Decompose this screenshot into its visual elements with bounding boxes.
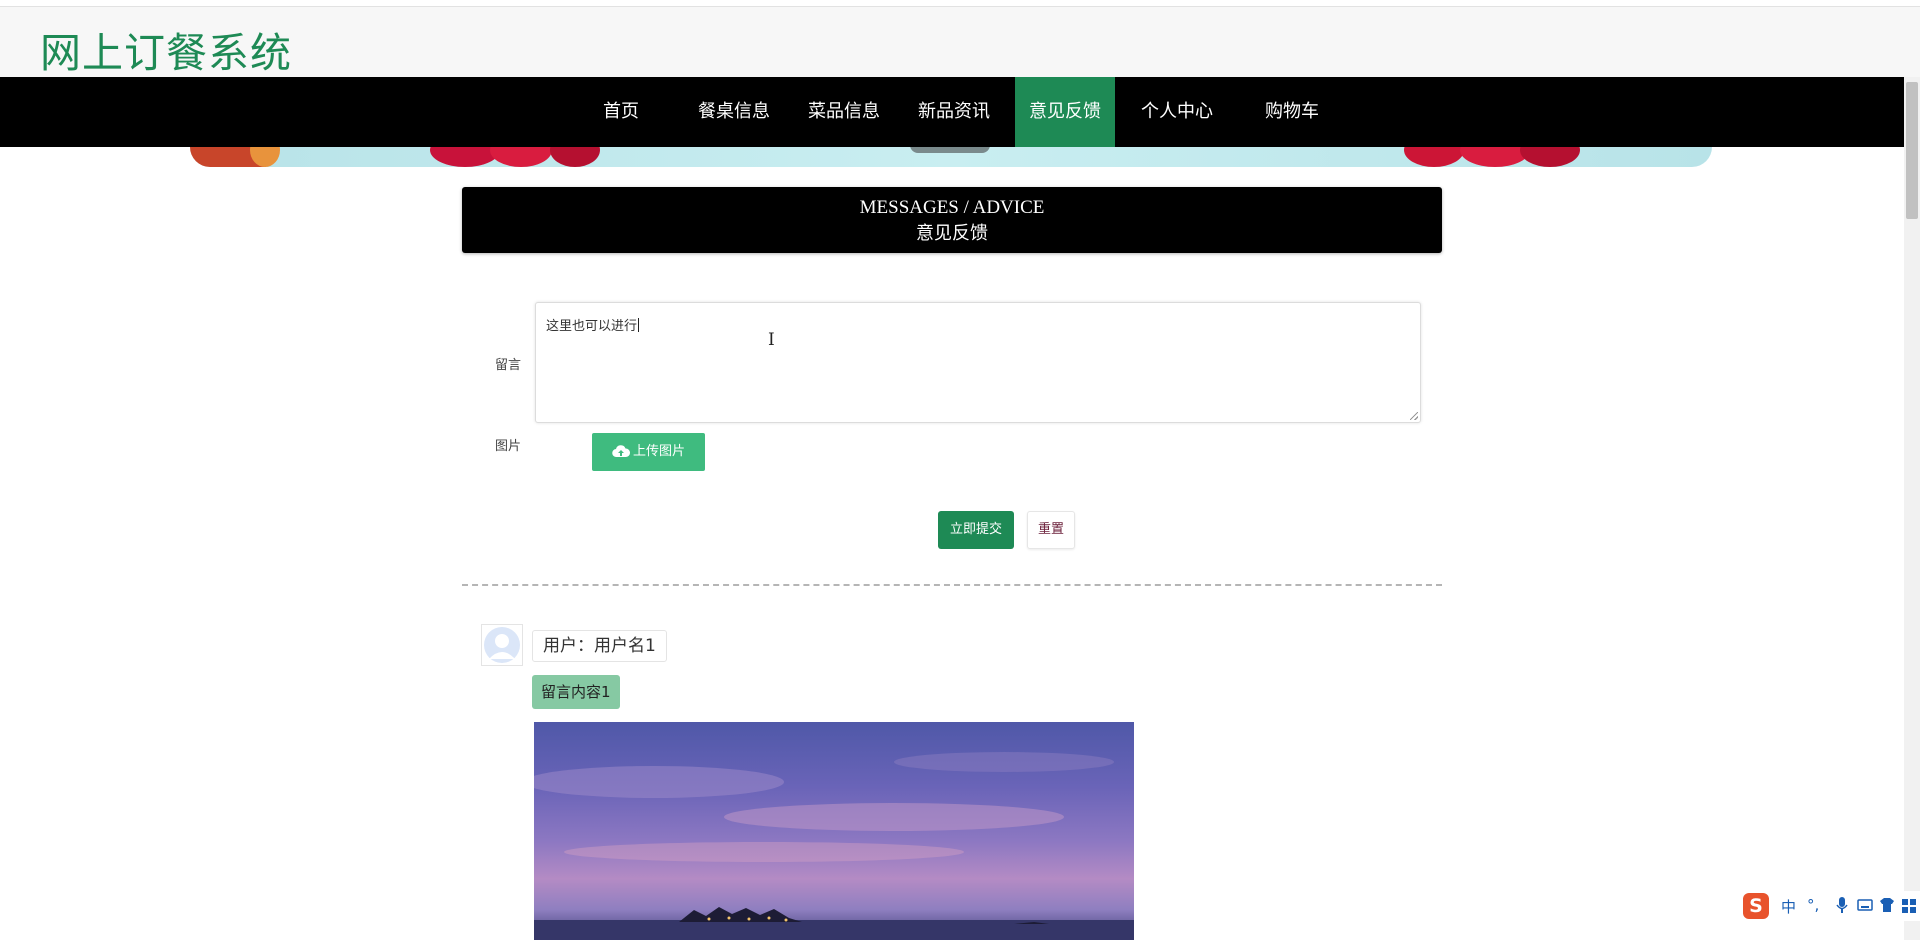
message-text: 这里也可以进行	[546, 319, 638, 334]
comment-user: 用户：用户名1	[532, 630, 667, 662]
text-cursor-icon: I	[768, 330, 775, 350]
nav-item-home[interactable]: 首页	[592, 77, 650, 147]
ime-punctuation[interactable]: °,	[1807, 896, 1819, 914]
reset-button[interactable]: 重置	[1027, 511, 1075, 549]
keyboard-icon[interactable]	[1857, 896, 1873, 914]
section-title-en: MESSAGES / ADVICE	[859, 197, 1045, 218]
skin-icon[interactable]	[1879, 896, 1895, 914]
site-header: 网上订餐系统	[0, 7, 1920, 77]
scrollbar-thumb[interactable]	[1906, 82, 1918, 219]
message-textarea[interactable]: 这里也可以进行	[535, 302, 1421, 423]
user-avatar-icon	[482, 625, 522, 665]
site-title[interactable]: 网上订餐系统	[40, 19, 292, 79]
nav-item-feedback[interactable]: 意见反馈	[1015, 77, 1115, 147]
sogou-logo-icon[interactable]: S	[1743, 893, 1769, 919]
toolbox-icon[interactable]	[1901, 896, 1917, 914]
nav-item-dishes[interactable]: 菜品信息	[800, 77, 888, 147]
ime-toolbar: S 中 °,	[1741, 891, 1920, 921]
nav-item-news[interactable]: 新品资讯	[910, 77, 998, 147]
upload-button-label: 上传图片	[632, 444, 685, 459]
microphone-icon[interactable]	[1835, 896, 1849, 914]
text-caret	[638, 318, 640, 332]
image-label: 图片	[495, 439, 522, 454]
main-nav: 首页 餐桌信息 菜品信息 新品资讯 意见反馈 个人中心 购物车	[0, 77, 1904, 147]
browser-top-edge	[0, 0, 1920, 7]
nav-item-tables[interactable]: 餐桌信息	[690, 77, 778, 147]
ime-language[interactable]: 中	[1781, 896, 1796, 917]
section-title-cn: 意见反馈	[916, 223, 988, 244]
comment-content: 留言内容1	[532, 675, 620, 709]
banner-image	[190, 147, 1712, 167]
cloud-upload-icon	[612, 445, 630, 458]
divider	[462, 584, 1442, 586]
comment-image	[534, 722, 1134, 940]
section-header: MESSAGES / ADVICE 意见反馈	[462, 187, 1442, 253]
resize-grip-icon[interactable]	[1410, 412, 1418, 420]
nav-item-cart[interactable]: 购物车	[1250, 77, 1334, 147]
message-label: 留言	[495, 358, 522, 373]
upload-image-button[interactable]: 上传图片	[592, 433, 705, 471]
avatar	[481, 624, 523, 666]
nav-item-profile[interactable]: 个人中心	[1133, 77, 1221, 147]
submit-button[interactable]: 立即提交	[938, 511, 1014, 549]
